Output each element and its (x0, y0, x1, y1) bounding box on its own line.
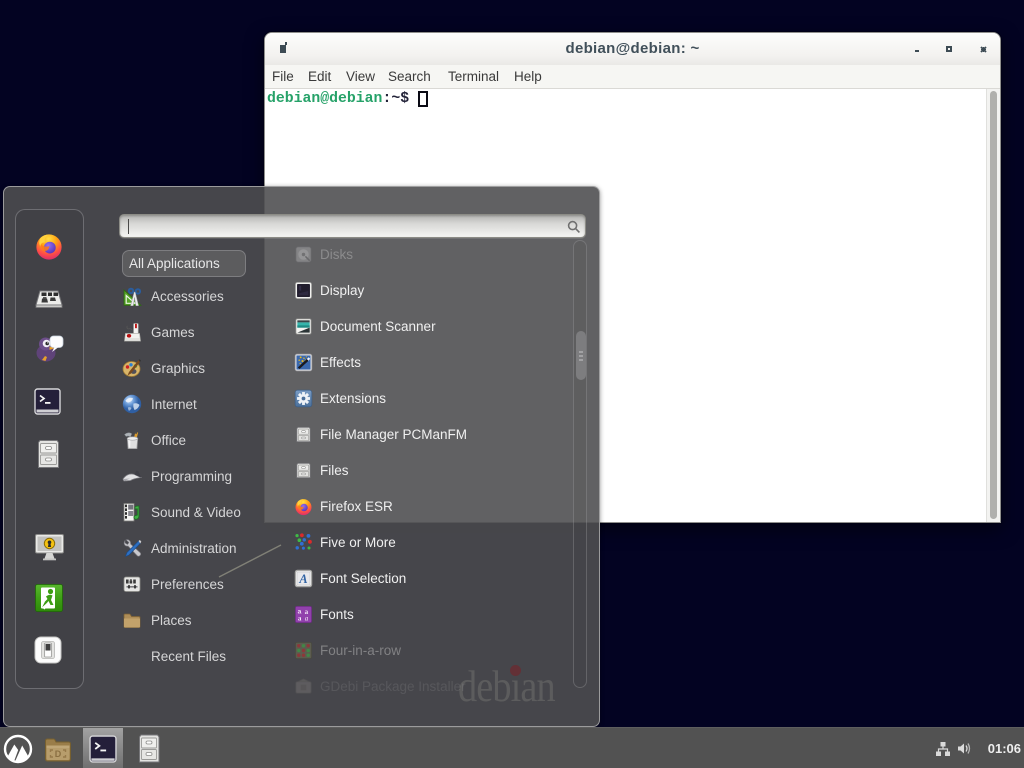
svg-text:D: D (55, 749, 62, 759)
